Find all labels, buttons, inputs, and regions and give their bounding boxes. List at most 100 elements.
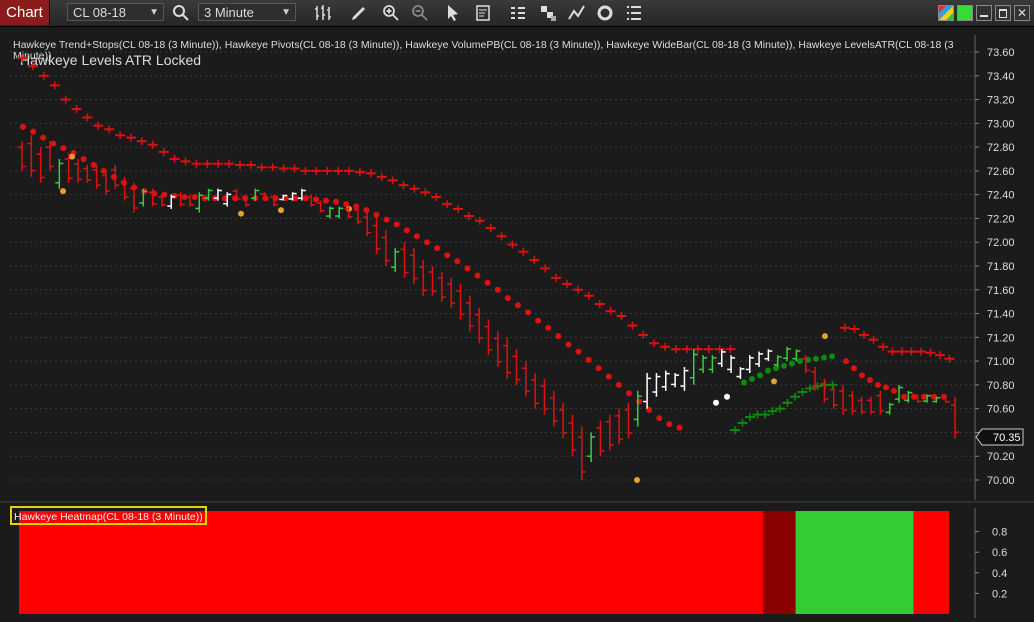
levels-atr-label: Hawkeye Levels ATR Locked	[20, 52, 201, 68]
link-color-icon[interactable]	[957, 5, 973, 21]
price-tick-label: 73.20	[987, 95, 1015, 107]
pivot-dot	[634, 477, 640, 483]
heatmap-segment	[913, 511, 949, 614]
price-tick-label: 72.20	[987, 213, 1015, 225]
trend-dot	[636, 398, 643, 405]
chart-toolbar: Chart CL 08-18 ▼ 3 Minute ▼ ✕	[0, 0, 1034, 27]
trend-dot	[171, 192, 178, 199]
trend-dot	[50, 140, 57, 147]
heatmap-segment	[795, 511, 914, 614]
drawing-pencil-icon[interactable]	[349, 3, 369, 23]
heatmap-label: Hawkeye Heatmap(CL 08-18 (3 Minute))	[14, 511, 203, 523]
trend-dot	[30, 128, 37, 135]
pivot-dot	[69, 153, 75, 160]
trend-dot	[829, 353, 835, 360]
trend-dot	[626, 390, 632, 397]
reload-icon[interactable]	[595, 3, 615, 23]
trend-dot	[20, 123, 26, 130]
trend-dot	[403, 227, 410, 234]
instrument-selector[interactable]: CL 08-18 ▼	[67, 3, 164, 21]
price-tick-label: 71.60	[987, 285, 1015, 297]
trend-dot	[585, 356, 592, 363]
trend-dot	[494, 286, 501, 293]
price-tick-label: 71.20	[987, 332, 1015, 344]
properties-icon[interactable]	[508, 3, 528, 23]
pivot-dot	[60, 188, 66, 195]
trend-dot	[191, 194, 198, 201]
trend-dot	[901, 393, 907, 400]
trend-dot	[615, 381, 622, 388]
heatmap-tick-label: 0.4	[992, 568, 1007, 580]
trend-dot	[666, 421, 673, 428]
trend-dot	[323, 197, 329, 204]
heatmap-segment	[19, 511, 763, 614]
price-tick-label: 72.00	[987, 237, 1015, 249]
chart-menu-button[interactable]: Chart	[0, 0, 50, 25]
trend-dot	[484, 279, 491, 286]
trend-dot	[444, 252, 451, 259]
strategies-icon[interactable]	[539, 3, 559, 23]
price-tick-label: 71.00	[987, 356, 1015, 368]
trend-dot	[575, 348, 582, 355]
heatmap-segment	[763, 511, 796, 614]
trend-dot	[875, 381, 881, 388]
trend-dot	[713, 399, 719, 406]
price-tick-label: 72.40	[987, 190, 1015, 202]
trend-dot	[40, 134, 47, 141]
instrument-value: CL 08-18	[73, 5, 126, 20]
price-tick-label: 73.00	[987, 118, 1015, 130]
heatmap-tick-label: 0.6	[992, 547, 1007, 559]
pivot-dot	[278, 207, 284, 214]
zoom-out-icon[interactable]	[410, 3, 430, 23]
trend-dot	[292, 195, 299, 202]
trend-dot	[504, 295, 511, 302]
trend-dot	[535, 317, 542, 324]
trend-dot	[781, 362, 787, 369]
trend-dot	[312, 196, 319, 203]
last-price-label: 70.35	[993, 432, 1021, 444]
price-tick-label: 70.60	[987, 404, 1015, 416]
bar-type-icon[interactable]	[313, 3, 333, 23]
trend-dot	[474, 272, 481, 279]
trend-dot	[867, 377, 873, 384]
close-button[interactable]: ✕	[1014, 5, 1030, 21]
trend-dot	[80, 156, 87, 162]
trend-dot	[363, 207, 370, 214]
price-tick-label: 70.00	[987, 475, 1015, 487]
trend-dot	[302, 195, 309, 202]
menu-list-icon[interactable]	[624, 3, 644, 23]
color-scheme-icon[interactable]	[938, 5, 954, 21]
trend-dot	[373, 211, 380, 218]
chevron-down-icon: ▼	[149, 7, 159, 18]
trend-dot	[724, 393, 730, 400]
heatmap-tick-label: 0.8	[992, 527, 1007, 539]
data-box-icon[interactable]	[474, 3, 494, 23]
maximize-button[interactable]	[995, 5, 1011, 21]
trend-dot	[565, 341, 572, 348]
interval-selector[interactable]: 3 Minute ▼	[198, 3, 296, 21]
price-tick-label: 71.80	[987, 261, 1015, 273]
trend-dot	[741, 379, 747, 386]
trend-dot	[424, 239, 430, 246]
trend-dot	[891, 387, 897, 394]
trend-dot	[514, 302, 521, 309]
trend-dot	[749, 375, 755, 382]
trend-dot	[454, 258, 461, 265]
trend-dot	[821, 354, 827, 361]
search-icon[interactable]	[171, 3, 191, 23]
chart-area[interactable]: 73.60 73.40 73.20 73.00 72.80 72.60 72.40 72.20…	[0, 27, 1034, 622]
pivot-dot	[238, 210, 244, 217]
zoom-in-icon[interactable]	[381, 3, 401, 23]
indicator-list: Hawkeye Trend+Stops(CL 08-18 (3 Minute))…	[13, 39, 954, 51]
minimize-button[interactable]	[976, 5, 992, 21]
trend-dot	[393, 221, 400, 228]
trend-dot	[434, 245, 441, 252]
pointer-icon[interactable]	[443, 3, 463, 23]
trend-dot	[789, 360, 795, 367]
trend-dot	[262, 195, 269, 202]
trend-dot	[60, 145, 67, 152]
price-tick-label: 73.40	[987, 71, 1015, 83]
heatmap-tick-label: 0.2	[992, 588, 1007, 600]
indicators-icon[interactable]	[567, 3, 587, 23]
price-tick-label: 72.60	[987, 166, 1015, 178]
